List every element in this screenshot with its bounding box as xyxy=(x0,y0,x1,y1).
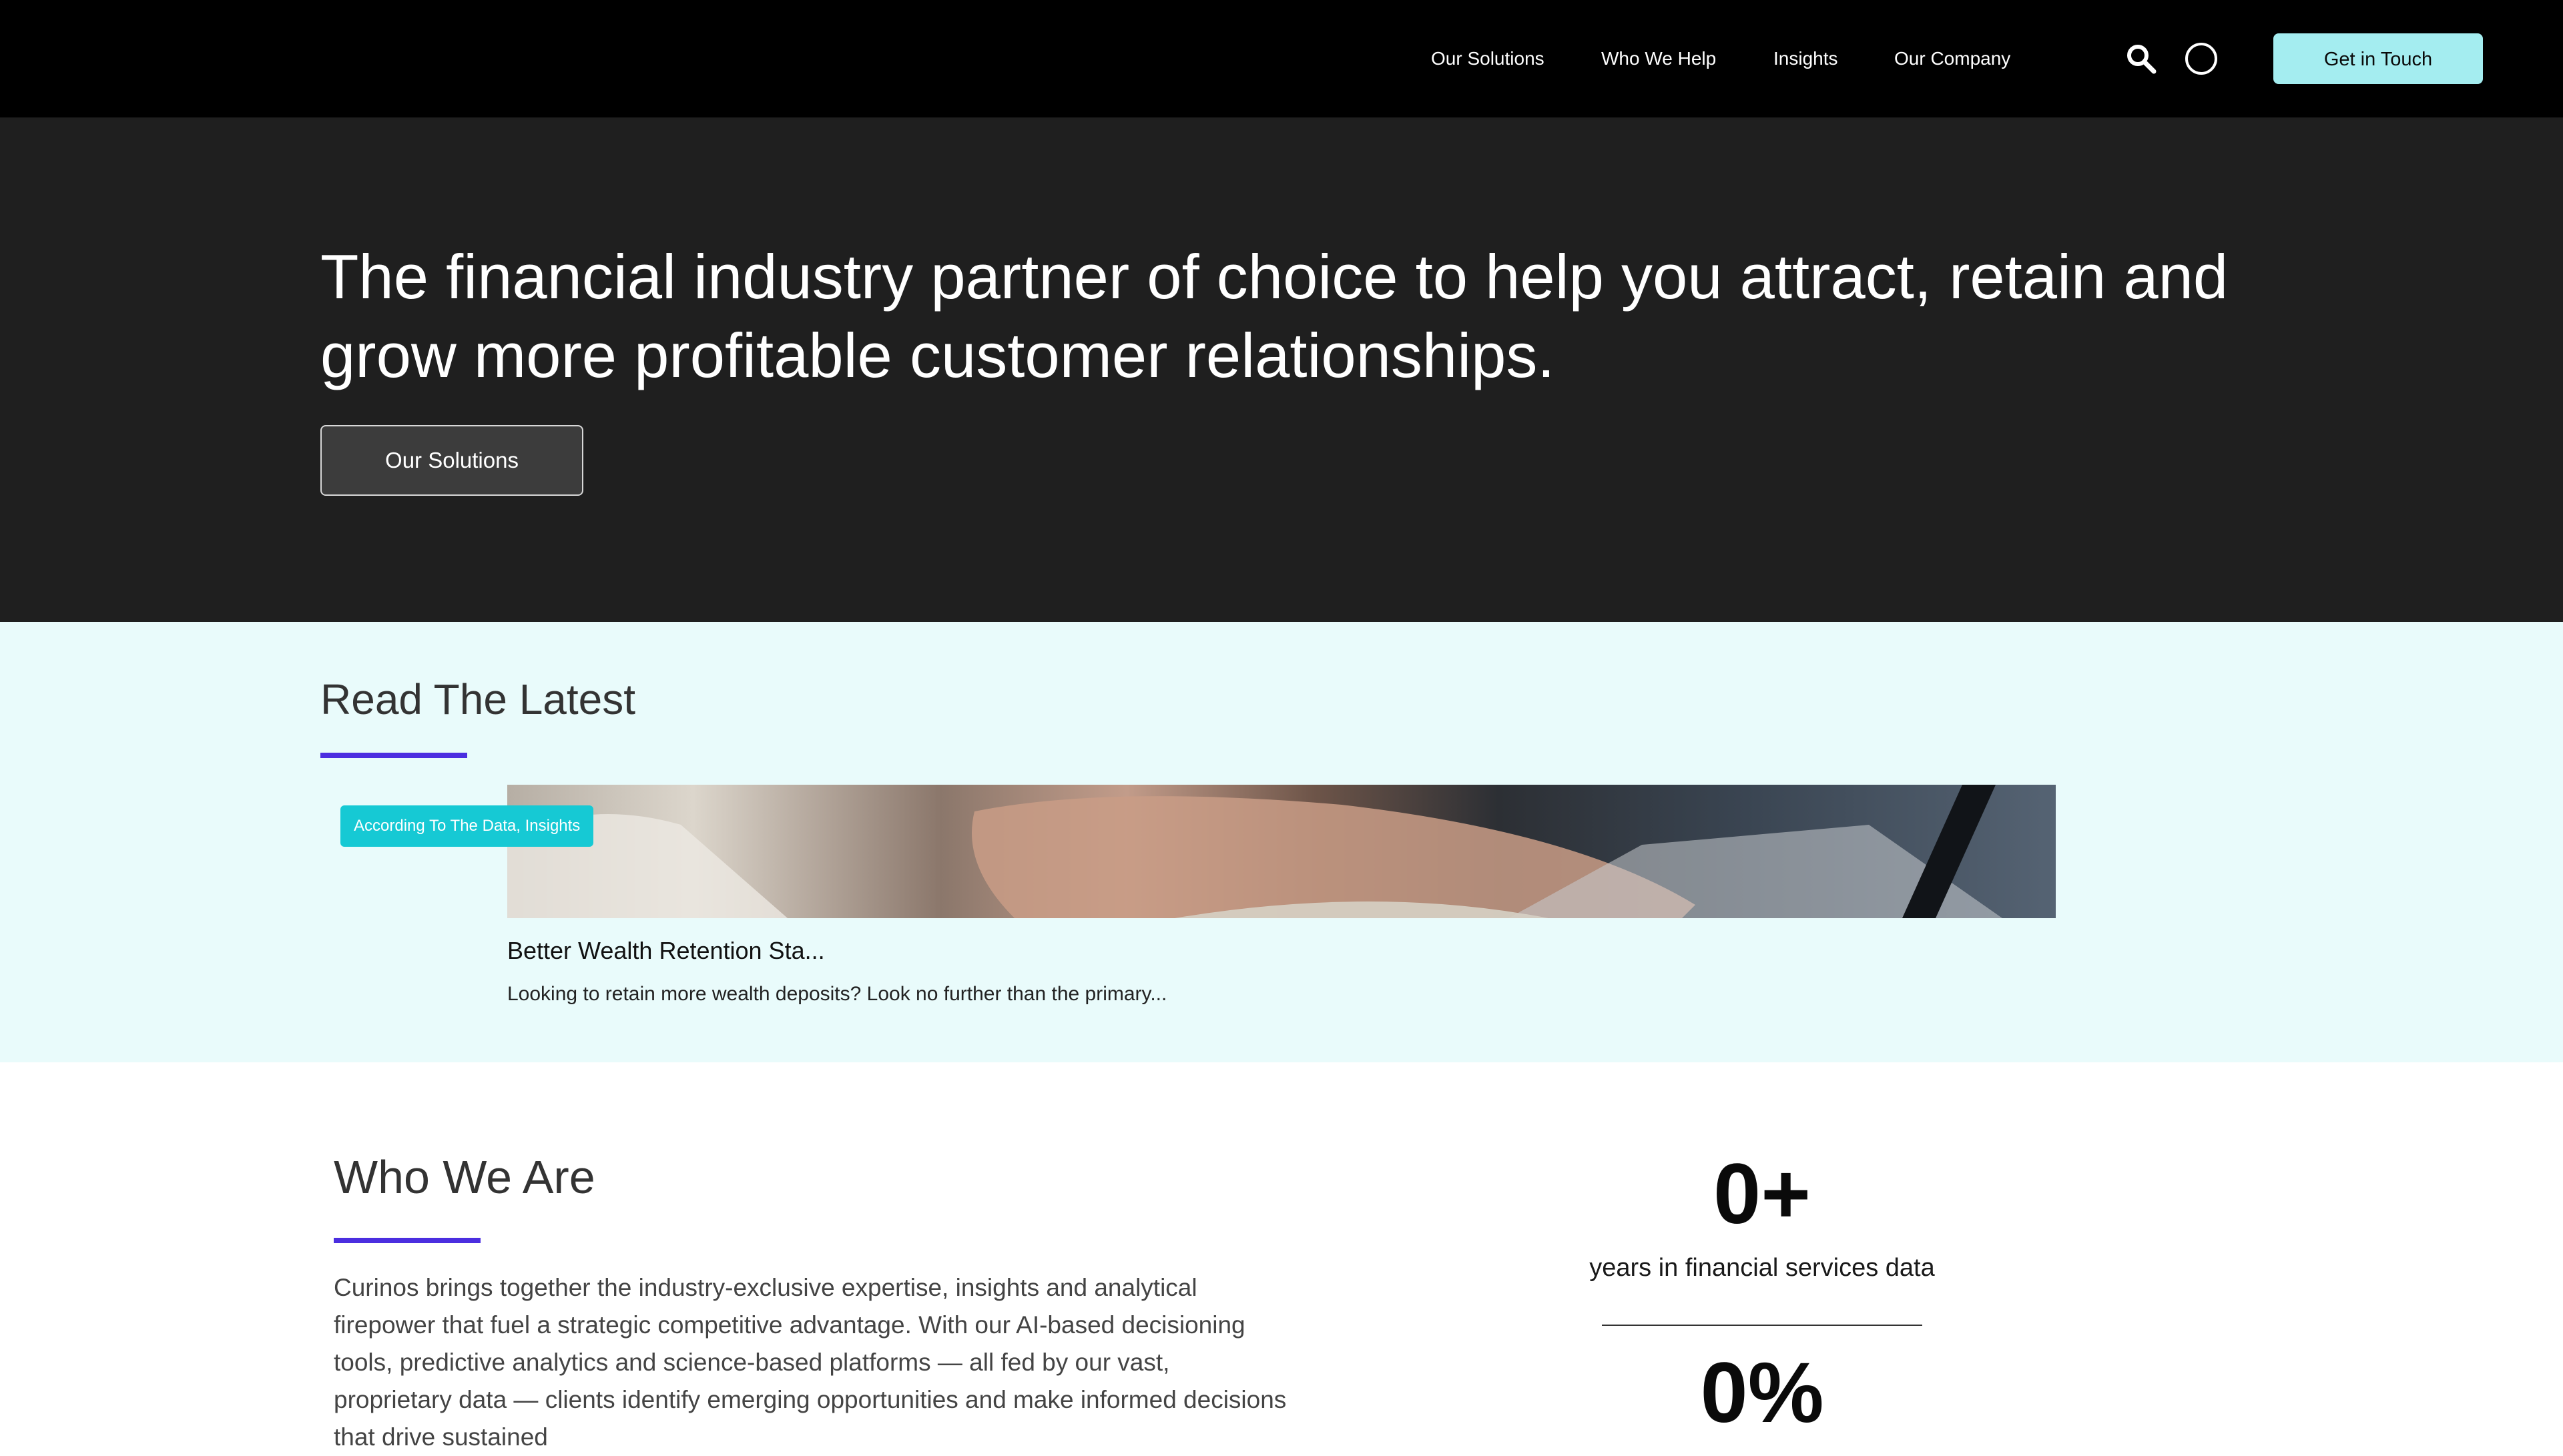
hero-title: The financial industry partner of choice… xyxy=(320,238,2256,395)
stat-value-years: 0+ xyxy=(1713,1146,1811,1242)
top-navigation-bar: Our Solutions Who We Help Insights Our C… xyxy=(0,0,2563,117)
stat-label-years: years in financial services data xyxy=(1589,1254,1935,1282)
hero-title-line-1: The financial industry partner of choice… xyxy=(320,242,2229,312)
article-category-tag[interactable]: According To The Data, Insights xyxy=(340,805,594,847)
hero-section: The financial industry partner of choice… xyxy=(0,117,2563,622)
nav-who-we-help[interactable]: Who We Help xyxy=(1601,44,1716,73)
who-we-are-body: Curinos brings together the industry-exc… xyxy=(334,1274,1287,1451)
article-title[interactable]: Better Wealth Retention Sta... xyxy=(507,936,825,966)
our-solutions-button[interactable]: Our Solutions xyxy=(320,425,583,496)
who-we-are-heading: Who We Are xyxy=(334,1151,595,1203)
nav-our-company[interactable]: Our Company xyxy=(1894,44,2010,73)
theme-toggle-icon[interactable] xyxy=(2185,42,2218,75)
nav-our-solutions[interactable]: Our Solutions xyxy=(1431,44,1544,73)
article-excerpt: Looking to retain more wealth deposits? … xyxy=(507,983,1167,1005)
get-in-touch-button[interactable]: Get in Touch xyxy=(2273,33,2483,84)
stat-value-percent: 0% xyxy=(1700,1345,1824,1441)
who-heading-underline xyxy=(334,1238,481,1243)
search-icon[interactable] xyxy=(2124,42,2158,75)
hero-title-line-2: grow more profitable customer relationsh… xyxy=(320,320,1555,390)
nav-insights[interactable]: Insights xyxy=(1773,44,1838,73)
latest-section: Read The Latest According To The Data, I… xyxy=(0,622,2563,1062)
article-card-image[interactable] xyxy=(507,785,2056,918)
stat-divider xyxy=(1602,1325,1922,1326)
heading-underline xyxy=(320,753,467,758)
latest-heading: Read The Latest xyxy=(320,675,636,723)
